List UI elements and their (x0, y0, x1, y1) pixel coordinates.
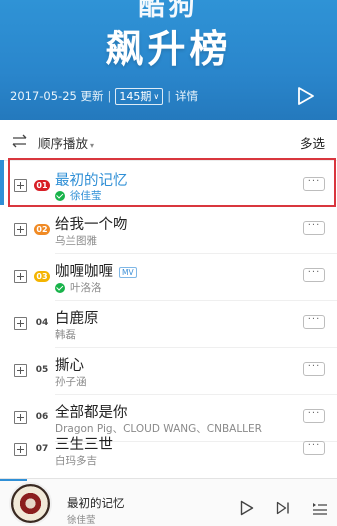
verified-icon (55, 190, 65, 201)
rank-number: 04 (35, 318, 49, 328)
artist-line: 徐佳莹 (55, 188, 102, 203)
mv-badge[interactable]: MV (119, 266, 137, 278)
play-order-button[interactable]: 顺序播放 ▾ (38, 133, 94, 152)
song-row[interactable]: 01 最初的记忆 徐佳莹 ··· (0, 161, 337, 213)
artist-name: 孙子涵 (55, 376, 87, 388)
rank-badge: 03 (34, 271, 50, 282)
artist-name: 韩磊 (55, 329, 76, 341)
chart-header-banner: 酷狗 飙升榜 2017-05-25 更新 | 145期 ∨ | 详情 (0, 0, 337, 120)
now-playing-artist: 徐佳莹 (67, 515, 96, 526)
playlist-icon[interactable] (312, 501, 328, 515)
artist-line: 叶洛洛 (55, 280, 102, 295)
rank-number: 07 (35, 444, 49, 454)
playback-progress[interactable] (0, 479, 27, 481)
song-title-with-badge: 咖喱咖喱 MV (55, 260, 137, 281)
meta-divider: | (107, 89, 112, 103)
song-title[interactable]: 咖喱咖喱 (55, 264, 113, 280)
chevron-down-icon: ∨ (153, 91, 160, 101)
song-title[interactable]: 最初的记忆 (55, 169, 128, 190)
add-icon[interactable] (14, 179, 27, 192)
verified-icon (55, 282, 65, 293)
add-icon[interactable] (14, 411, 27, 424)
add-icon[interactable] (14, 443, 27, 456)
more-options-button[interactable]: ··· (303, 221, 325, 235)
artist-line: 白玛多吉 (55, 453, 97, 468)
song-title[interactable]: 给我一个吻 (55, 213, 128, 234)
more-options-button[interactable]: ··· (303, 268, 325, 282)
now-playing-title: 最初的记忆 (67, 496, 125, 510)
rank-number: 06 (35, 412, 49, 422)
meta-divider: | (167, 89, 172, 103)
more-options-button[interactable]: ··· (303, 441, 325, 455)
row-divider (55, 394, 337, 395)
row-divider (55, 253, 337, 254)
song-title[interactable]: 全部都是你 (55, 401, 128, 422)
row-divider (55, 300, 337, 301)
rank-number: 05 (35, 365, 49, 375)
chevron-down-icon: ▾ (90, 141, 95, 150)
artist-name: 乌兰图雅 (55, 235, 97, 247)
play-icon[interactable] (240, 500, 254, 516)
song-row[interactable]: 05 撕心 孙子涵 ··· (0, 350, 337, 402)
update-date: 2017-05-25 更新 (10, 89, 104, 103)
more-options-button[interactable]: ··· (303, 177, 325, 191)
play-order-label: 顺序播放 (38, 136, 89, 151)
multi-select-button[interactable]: 多选 (300, 133, 325, 152)
play-order-icon[interactable] (12, 134, 28, 148)
artist-line: 孙子涵 (55, 374, 87, 389)
album-cover[interactable] (9, 482, 52, 525)
period-dropdown[interactable]: 145期 ∨ (115, 87, 164, 105)
chart-meta: 2017-05-25 更新 | 145期 ∨ | 详情 (10, 86, 198, 106)
rank-badge: 02 (34, 224, 50, 235)
more-options-button[interactable]: ··· (303, 315, 325, 329)
song-title[interactable]: 撕心 (55, 354, 84, 375)
add-icon[interactable] (14, 317, 27, 330)
list-toolbar: 顺序播放 ▾ 多选 (0, 121, 337, 161)
chart-title: 飙升榜 (105, 27, 232, 71)
song-row[interactable]: 02 给我一个吻 乌兰图雅 ··· (0, 209, 337, 261)
song-row[interactable]: 04 白鹿原 韩磊 ··· (0, 303, 337, 355)
add-icon[interactable] (14, 223, 27, 236)
song-row[interactable]: 07 三生三世 白玛多吉 ··· (0, 429, 337, 481)
detail-link[interactable]: 详情 (175, 88, 198, 104)
song-row[interactable]: 03 咖喱咖喱 MV 叶洛洛 ··· (0, 256, 337, 308)
song-title[interactable]: 白鹿原 (55, 307, 99, 328)
period-value: 145期 (119, 90, 152, 103)
artist-line: 韩磊 (55, 327, 76, 342)
add-icon[interactable] (14, 270, 27, 283)
artist-name: 白玛多吉 (55, 455, 97, 467)
artist-line: 乌兰图雅 (55, 233, 97, 248)
rank-badge: 01 (34, 180, 50, 191)
next-track-icon[interactable] (276, 501, 290, 515)
mini-player[interactable]: 最初的记忆 徐佳莹 (0, 478, 337, 526)
song-title[interactable]: 三生三世 (55, 433, 113, 454)
play-all-icon[interactable] (297, 86, 315, 106)
add-icon[interactable] (14, 364, 27, 377)
row-divider (55, 347, 337, 348)
more-options-button[interactable]: ··· (303, 362, 325, 376)
artist-name: 叶洛洛 (70, 282, 102, 294)
more-options-button[interactable]: ··· (303, 409, 325, 423)
artist-name: 徐佳莹 (70, 190, 102, 202)
